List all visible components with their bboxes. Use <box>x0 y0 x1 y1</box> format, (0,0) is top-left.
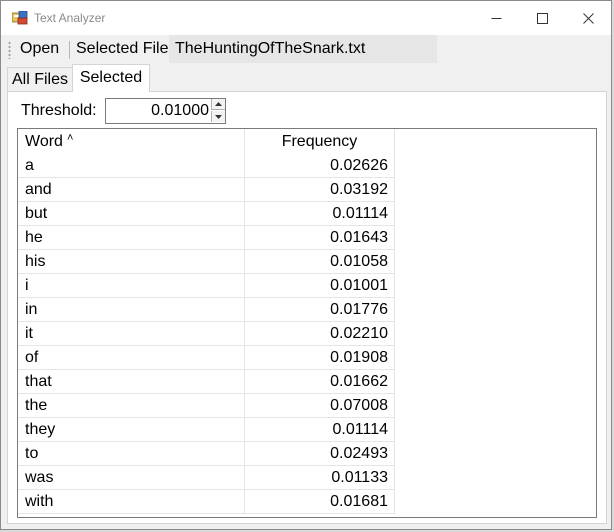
cell-word[interactable]: his <box>18 250 245 274</box>
maximize-button[interactable] <box>519 1 565 35</box>
cell-word[interactable]: and <box>18 178 245 202</box>
cell-frequency[interactable]: 0.01001 <box>245 274 395 298</box>
cell-frequency[interactable]: 0.01643 <box>245 226 395 250</box>
toolbar-separator <box>69 41 70 59</box>
column-header-frequency[interactable]: Frequency <box>245 129 395 154</box>
cell-word[interactable]: they <box>18 418 245 442</box>
table-row[interactable]: in 0.01776 <box>18 298 395 322</box>
cell-frequency[interactable]: 0.01908 <box>245 346 395 370</box>
close-button[interactable] <box>565 1 611 35</box>
app-window: Text Analyzer Open Selected File: TheHun… <box>0 0 612 530</box>
cell-frequency[interactable]: 0.01776 <box>245 298 395 322</box>
toolbar-grip-icon[interactable] <box>8 41 11 59</box>
table-row[interactable]: i 0.01001 <box>18 274 395 298</box>
table-row[interactable]: they 0.01114 <box>18 418 395 442</box>
cell-word[interactable]: with <box>18 490 245 514</box>
table-row[interactable]: his 0.01058 <box>18 250 395 274</box>
cell-frequency[interactable]: 0.02626 <box>245 154 395 178</box>
cell-word[interactable]: was <box>18 466 245 490</box>
cell-frequency[interactable]: 0.02210 <box>245 322 395 346</box>
cell-word[interactable]: but <box>18 202 245 226</box>
title-bar[interactable]: Text Analyzer <box>1 1 611 35</box>
cell-word[interactable]: a <box>18 154 245 178</box>
table-row[interactable]: and 0.03192 <box>18 178 395 202</box>
table-row[interactable]: a 0.02626 <box>18 154 395 178</box>
cell-word[interactable]: it <box>18 322 245 346</box>
minimize-icon <box>491 17 501 19</box>
table-row[interactable]: it 0.02210 <box>18 322 395 346</box>
close-icon <box>582 12 594 24</box>
tab-all-files[interactable]: All Files <box>7 67 73 91</box>
cell-frequency[interactable]: 0.01662 <box>245 370 395 394</box>
maximize-icon <box>536 12 548 24</box>
cell-frequency[interactable]: 0.01133 <box>245 466 395 490</box>
threshold-label: Threshold: <box>21 102 97 119</box>
cell-frequency[interactable]: 0.01114 <box>245 418 395 442</box>
cell-word[interactable]: he <box>18 226 245 250</box>
threshold-decrement-button[interactable] <box>211 111 225 122</box>
window-title: Text Analyzer <box>34 11 106 25</box>
cell-frequency[interactable]: 0.07008 <box>245 394 395 418</box>
table-row[interactable]: was 0.01133 <box>18 466 395 490</box>
cell-word[interactable]: of <box>18 346 245 370</box>
table-row[interactable]: he 0.01643 <box>18 226 395 250</box>
table-row[interactable]: that 0.01662 <box>18 370 395 394</box>
chevron-up-icon <box>215 102 222 106</box>
cell-frequency[interactable]: 0.01681 <box>245 490 395 514</box>
selected-file-label: Selected File: <box>76 40 173 57</box>
table-row[interactable]: but 0.01114 <box>18 202 395 226</box>
threshold-stepper[interactable] <box>105 98 226 124</box>
tab-selected[interactable]: Selected <box>72 64 150 92</box>
app-icon <box>12 11 28 25</box>
table-row[interactable]: the 0.07008 <box>18 394 395 418</box>
word-frequency-grid[interactable]: Word ˄ Frequency a 0.02626 and 0.03192 but 0.0… <box>17 128 597 518</box>
open-button[interactable]: Open <box>13 38 66 60</box>
column-header-word-label: Word <box>25 133 63 150</box>
cell-word[interactable]: the <box>18 394 245 418</box>
table-row[interactable]: to 0.02493 <box>18 442 395 466</box>
grid-header: Word ˄ Frequency <box>18 129 596 154</box>
cell-word[interactable]: to <box>18 442 245 466</box>
table-row[interactable]: of 0.01908 <box>18 346 395 370</box>
cell-word[interactable]: i <box>18 274 245 298</box>
cell-frequency[interactable]: 0.02493 <box>245 442 395 466</box>
selected-file-field: TheHuntingOfTheSnark.txt <box>169 35 437 63</box>
threshold-increment-button[interactable] <box>211 99 225 110</box>
cell-word[interactable]: in <box>18 298 245 322</box>
table-row[interactable]: with 0.01681 <box>18 490 395 514</box>
chevron-down-icon <box>215 114 222 119</box>
threshold-input[interactable] <box>106 99 211 123</box>
cell-frequency[interactable]: 0.01114 <box>245 202 395 226</box>
column-header-word[interactable]: Word ˄ <box>18 129 245 154</box>
toolbar: Open Selected File: TheHuntingOfTheSnark… <box>1 35 611 64</box>
cell-frequency[interactable]: 0.03192 <box>245 178 395 202</box>
cell-word[interactable]: that <box>18 370 245 394</box>
minimize-button[interactable] <box>473 1 519 35</box>
cell-frequency[interactable]: 0.01058 <box>245 250 395 274</box>
grid-rows: a 0.02626 and 0.03192 but 0.01114 he 0.01643 his… <box>18 154 596 514</box>
sort-ascending-icon: ˄ <box>66 132 74 144</box>
